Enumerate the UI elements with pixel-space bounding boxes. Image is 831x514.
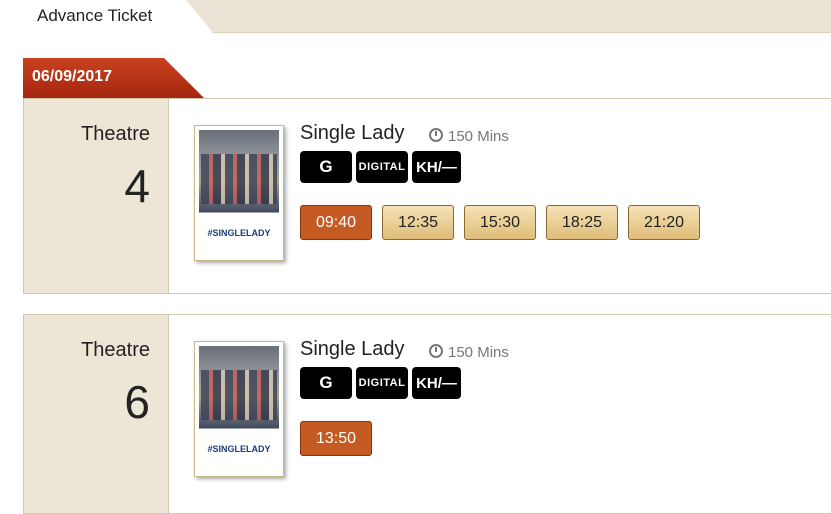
theatre-label: Theatre — [81, 339, 150, 361]
theatre-number: 6 — [124, 376, 150, 428]
showtime-button[interactable]: 18:25 — [546, 205, 618, 240]
format-badge: DIGITAL — [356, 367, 408, 399]
poster-cast-image — [201, 154, 277, 204]
theatre-info: Theatre 6 — [24, 315, 169, 513]
poster-title: #SINGLELADY — [207, 228, 271, 238]
duration-text: 150 Mins — [448, 128, 509, 145]
showtime-button[interactable]: 13:50 — [300, 421, 372, 456]
theatre-number: 4 — [124, 160, 150, 212]
theatre-label: Theatre — [81, 123, 150, 145]
theatre-info: Theatre 4 — [24, 99, 169, 293]
showtime-button[interactable]: 21:20 — [628, 205, 700, 240]
movie-poster[interactable]: #SINGLELADY — [194, 125, 284, 261]
clock-icon — [429, 128, 443, 142]
date-header: 06/09/2017 — [23, 58, 831, 99]
theatre-block: Theatre 6 #SINGLELADY Single Lady 150 Mi… — [23, 314, 831, 514]
language-badge: KH/— — [412, 151, 461, 183]
tab-advance-ticket[interactable]: Advance Ticket — [0, 0, 214, 34]
poster-cast-image — [201, 370, 277, 420]
showtime-button[interactable]: 15:30 — [464, 205, 536, 240]
movie-duration: 150 Mins — [429, 127, 509, 145]
language-badge: KH/— — [412, 367, 461, 399]
theatre-block: Theatre 4 #SINGLELADY Single Lady 150 Mi… — [23, 98, 831, 294]
showtime-button[interactable]: 12:35 — [382, 205, 454, 240]
movie-title[interactable]: Single Lady — [300, 122, 405, 145]
format-badge: DIGITAL — [356, 151, 408, 183]
date-label: 06/09/2017 — [32, 68, 113, 85]
poster-title: #SINGLELADY — [207, 444, 271, 454]
tab-advance-ticket-label: Advance Ticket — [37, 6, 153, 25]
movie-duration: 150 Mins — [429, 343, 509, 361]
date-tab: 06/09/2017 — [23, 58, 204, 98]
movie-poster[interactable]: #SINGLELADY — [194, 341, 284, 477]
rating-badge: G — [300, 367, 352, 399]
clock-icon — [429, 344, 443, 358]
showtime-button[interactable]: 09:40 — [300, 205, 372, 240]
movie-title[interactable]: Single Lady — [300, 338, 405, 361]
tab-bar: Advance Ticket — [0, 0, 831, 34]
duration-text: 150 Mins — [448, 344, 509, 361]
rating-badge: G — [300, 151, 352, 183]
